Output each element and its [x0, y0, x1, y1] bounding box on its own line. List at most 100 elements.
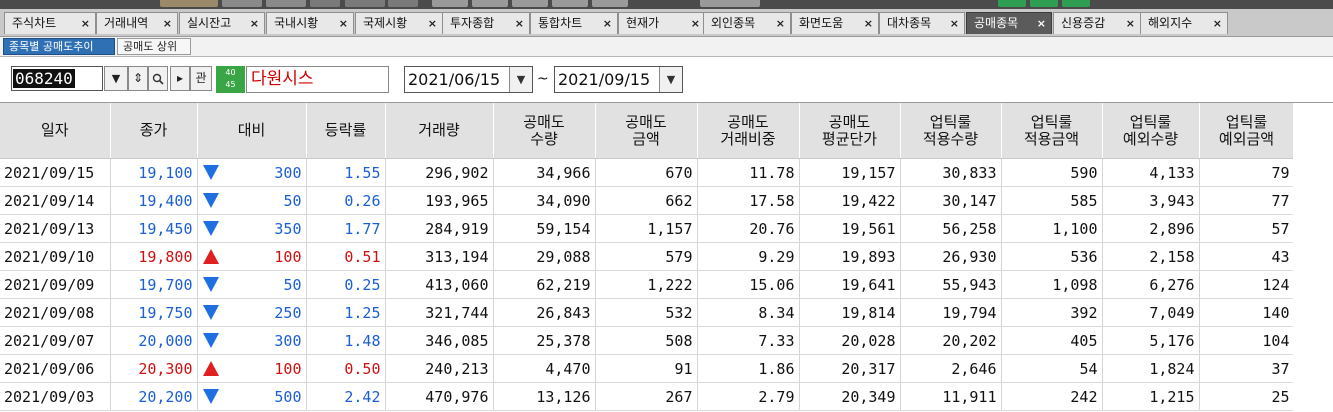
- triangle-up-icon: [202, 361, 219, 376]
- toolbar-button-11[interactable]: [592, 0, 628, 7]
- stock-search-button[interactable]: [148, 66, 168, 91]
- short-selling-table: 일자 종가 대비 등락률 거래량 공매도 수량 공매도 금액 공매도 거래비중 공매도 평균단가 업틱룰 적…: [0, 102, 1333, 412]
- table-row[interactable]: 2021/09/09 19,700 50 0.25 413,060 62,219 1,222…: [0, 270, 1295, 299]
- screen-tab-1[interactable]: 주식차트 ×: [4, 12, 96, 34]
- screen-tab-9[interactable]: 외인종목 ×: [703, 12, 791, 34]
- screen-tab-8[interactable]: 현재가 ×: [618, 12, 706, 34]
- stock-updown-button[interactable]: ⇕: [128, 66, 148, 91]
- toolbar-button-6[interactable]: [388, 0, 418, 7]
- close-icon[interactable]: ×: [428, 13, 437, 34]
- column-header[interactable]: 업틱룰 적용금액: [1001, 103, 1103, 159]
- end-date-picker[interactable]: 2021/09/15 ▼: [554, 66, 683, 93]
- close-icon[interactable]: ×: [691, 13, 700, 34]
- screen-tab-bar: 주식차트 × 거래내역 × 실시잔고 × 국내시황 × 국제시황 × 투자종합 × 통합차트 × 현재가 × 외…: [0, 9, 1333, 37]
- close-icon[interactable]: ×: [1037, 13, 1046, 34]
- screen-tab-12[interactable]: 공매종목 ×: [966, 12, 1052, 34]
- column-header[interactable]: 거래량: [385, 103, 494, 159]
- change-value: 500: [274, 387, 302, 406]
- stock-name-field: 다원시스: [246, 66, 389, 93]
- column-header[interactable]: 업틱룰 예외수량: [1102, 103, 1200, 159]
- close-icon[interactable]: ×: [250, 13, 259, 34]
- close-icon[interactable]: ×: [950, 13, 959, 34]
- toolbar-button-13[interactable]: [998, 0, 1026, 7]
- cell-eqty: 5,176: [1102, 326, 1200, 355]
- screen-tab-13[interactable]: 신용증감 ×: [1053, 12, 1141, 34]
- toolbar-button-14[interactable]: [1030, 0, 1058, 7]
- cell-uamt: 585: [1001, 186, 1103, 215]
- stock-code-dropdown-button[interactable]: ▼: [104, 66, 128, 91]
- chevron-down-icon[interactable]: ▼: [659, 67, 682, 92]
- column-header[interactable]: 공매도 거래비중: [697, 103, 800, 159]
- close-icon[interactable]: ×: [339, 13, 348, 34]
- screen-tab-11[interactable]: 대차종목 ×: [879, 12, 965, 34]
- screen-tab-3[interactable]: 실시잔고 ×: [179, 12, 265, 34]
- change-value: 50: [283, 275, 302, 294]
- screen-tab-7[interactable]: 통합차트 ×: [530, 12, 618, 34]
- column-header[interactable]: 종가: [110, 103, 198, 159]
- column-header[interactable]: 공매도 평균단가: [799, 103, 901, 159]
- column-header[interactable]: 업틱룰 예외금액: [1199, 103, 1295, 159]
- column-header-line: 공매도: [523, 112, 565, 131]
- toolbar-button-12[interactable]: [700, 0, 760, 7]
- close-icon[interactable]: ×: [163, 13, 172, 34]
- toolbar-button-1[interactable]: [160, 0, 218, 7]
- column-header[interactable]: 공매도 금액: [595, 103, 698, 159]
- toolbar-button-8[interactable]: [472, 0, 508, 7]
- column-header[interactable]: 업틱룰 적용수량: [900, 103, 1002, 159]
- triangle-down-icon: [202, 305, 219, 320]
- toolbar-button-9[interactable]: [512, 0, 548, 7]
- interest-stock-button[interactable]: 관: [190, 66, 212, 91]
- table-row[interactable]: 2021/09/06 20,300 100 0.50 240,213 4,470 91 1.8…: [0, 354, 1295, 383]
- column-header[interactable]: 공매도 수량: [493, 103, 596, 159]
- column-header-line: 금액: [632, 129, 660, 148]
- column-header[interactable]: 대비: [197, 103, 307, 159]
- close-icon[interactable]: ×: [1213, 13, 1222, 34]
- screen-tab-2[interactable]: 거래내역 ×: [96, 12, 178, 34]
- close-icon[interactable]: ×: [864, 13, 873, 34]
- toolbar-button-5[interactable]: [345, 0, 385, 7]
- table-row[interactable]: 2021/09/08 19,750 250 1.25 321,744 26,843 532 8…: [0, 298, 1295, 327]
- column-header[interactable]: 일자: [0, 103, 111, 159]
- subtab-short-top[interactable]: 공매도 상위: [117, 38, 191, 55]
- column-header-line: 업틱룰: [1129, 112, 1172, 131]
- toolbar-button-4[interactable]: [310, 0, 340, 7]
- table-row[interactable]: 2021/09/14 19,400 50 0.26 193,965 34,090 662 17…: [0, 186, 1295, 215]
- close-icon[interactable]: ×: [81, 13, 90, 34]
- screen-tab-10[interactable]: 화면도움 ×: [791, 12, 879, 34]
- screen-tab-5[interactable]: 국제시황 ×: [355, 12, 443, 34]
- cell-volume: 284,919: [385, 214, 494, 243]
- cell-eamt: 124: [1199, 270, 1295, 299]
- margin-rate-bottom: 45: [225, 80, 236, 89]
- close-icon[interactable]: ×: [1126, 13, 1135, 34]
- cell-eamt: 77: [1199, 186, 1295, 215]
- toolbar-button-2[interactable]: [222, 0, 262, 7]
- next-stock-button[interactable]: ▸: [170, 66, 190, 91]
- change-value: 250: [274, 303, 302, 322]
- screen-tab-6[interactable]: 투자종합 ×: [442, 12, 530, 34]
- table-row[interactable]: 2021/09/03 20,200 500 2.42 470,976 13,126 267 2…: [0, 382, 1295, 411]
- close-icon[interactable]: ×: [515, 13, 524, 34]
- cell-date: 2021/09/06: [0, 354, 111, 383]
- column-header[interactable]: 등락률: [306, 103, 386, 159]
- start-date-picker[interactable]: 2021/06/15 ▼: [404, 66, 533, 93]
- column-header-line: 평균단가: [821, 129, 878, 148]
- toolbar-button-3[interactable]: [266, 0, 306, 7]
- toolbar-button-10[interactable]: [552, 0, 588, 7]
- stock-code-input[interactable]: 068240: [11, 66, 103, 91]
- chevron-down-icon[interactable]: ▼: [509, 67, 532, 92]
- toolbar-button-7[interactable]: [432, 0, 468, 7]
- table-row[interactable]: 2021/09/15 19,100 300 1.55 296,902 34,966 670 1…: [0, 158, 1295, 187]
- screen-tab-4[interactable]: 국내시황 ×: [266, 12, 354, 34]
- table-row[interactable]: 2021/09/13 19,450 350 1.77 284,919 59,154 1,15…: [0, 214, 1295, 243]
- screen-tab-14[interactable]: 해외지수 ×: [1140, 12, 1228, 34]
- close-icon[interactable]: ×: [776, 13, 785, 34]
- table-row[interactable]: 2021/09/10 19,800 100 0.51 313,194 29,088 579 9…: [0, 242, 1295, 271]
- table-row[interactable]: 2021/09/07 20,000 300 1.48 346,085 25,378 508 7…: [0, 326, 1295, 355]
- cell-sratio: 20.76: [697, 214, 800, 243]
- close-icon[interactable]: ×: [603, 13, 612, 34]
- cell-savg: 19,641: [799, 270, 901, 299]
- toolbar-button-15[interactable]: [1062, 0, 1090, 7]
- column-header-line: 수량: [530, 129, 558, 148]
- cell-uqty: 30,147: [900, 186, 1002, 215]
- subtab-short-trend-by-stock[interactable]: 종목별 공매도추이: [3, 38, 115, 55]
